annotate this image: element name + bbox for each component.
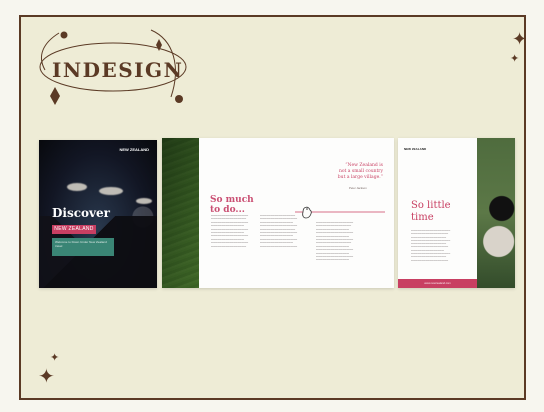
body-line: ▁▁▁▁▁▁▁▁▁▁▁▁▁▁▁▁▁▁ bbox=[411, 257, 449, 261]
sparkle-icon: ✦ bbox=[38, 364, 55, 388]
body-column: ▁▁▁▁▁▁▁▁▁▁▁▁▁▁▁▁▁▁ ▁▁▁▁▁▁▁▁▁▁▁▁▁▁▁▁▁ ▁▁▁… bbox=[316, 220, 366, 261]
body-line: ▁▁▁▁▁▁▁▁▁▁▁▁▁▁▁▁ bbox=[316, 257, 350, 261]
right-spread: NEW ZEALAND So little time ▁▁▁▁▁▁▁▁▁▁▁▁▁… bbox=[398, 138, 515, 288]
cloud-shape bbox=[136, 198, 152, 204]
sparkle-icon: ✦ bbox=[50, 351, 60, 364]
spread-headline: So little time bbox=[411, 200, 451, 224]
cover-title: Discover bbox=[52, 206, 110, 220]
sparkle-icon: ✦ bbox=[510, 52, 520, 65]
cloud-shape bbox=[67, 183, 87, 191]
page-title: INDESIGN bbox=[52, 58, 184, 82]
fern-photo bbox=[162, 138, 199, 288]
body-line: ▁▁▁▁▁▁▁▁▁▁▁▁▁▁▁▁▁▁ bbox=[260, 243, 298, 247]
spread-headline: So much to do... bbox=[210, 195, 254, 215]
body-column: ▁▁▁▁▁▁▁▁▁▁▁▁▁▁▁▁▁▁ ▁▁▁▁▁▁▁▁▁▁▁▁▁▁▁▁▁ ▁▁▁… bbox=[211, 213, 261, 247]
design-canvas: INDESIGN ✦ ✦ ✦ ✦ NEW ZEALAND Discover NE… bbox=[0, 0, 544, 412]
body-line: ▁▁▁▁▁▁▁▁▁▁▁▁▁▁▁▁▁ bbox=[211, 243, 247, 247]
logo-text: NEW ZEALAND bbox=[119, 147, 149, 152]
cloud-shape bbox=[99, 187, 123, 195]
quote-line: but a large village.” bbox=[337, 175, 383, 180]
cover-teal-box: Welcome to Down Under New Zealand travel bbox=[52, 238, 114, 256]
headline-line: So much bbox=[210, 195, 254, 205]
pull-quote: “New Zealand is not a small country but … bbox=[317, 163, 383, 181]
cover-page: NEW ZEALAND Discover NEW ZEALAND Welcome… bbox=[39, 140, 157, 288]
title-emblem: INDESIGN bbox=[35, 25, 195, 110]
quote-source: Peter Jackson bbox=[349, 186, 367, 190]
bird-photo bbox=[477, 138, 515, 288]
headline-line: time bbox=[411, 212, 434, 223]
headline-line: So little bbox=[411, 200, 451, 211]
logo-text: NEW ZEALAND bbox=[404, 147, 427, 151]
body-column: ▁▁▁▁▁▁▁▁▁▁▁▁▁▁▁▁▁ ▁▁▁▁▁▁▁▁▁▁▁▁▁▁▁▁▁▁ ▁▁▁… bbox=[260, 213, 310, 247]
footer-bar: www.newzealand.com bbox=[398, 279, 477, 288]
center-spread: So much to do... “New Zealand is not a s… bbox=[162, 138, 394, 288]
cover-badge: NEW ZEALAND bbox=[52, 225, 96, 234]
body-column: ▁▁▁▁▁▁▁▁▁▁▁▁▁▁▁▁▁▁▁ ▁▁▁▁▁▁▁▁▁▁▁▁▁▁▁▁▁▁ ▁… bbox=[411, 228, 465, 261]
sparkle-icon: ✦ bbox=[512, 29, 528, 50]
